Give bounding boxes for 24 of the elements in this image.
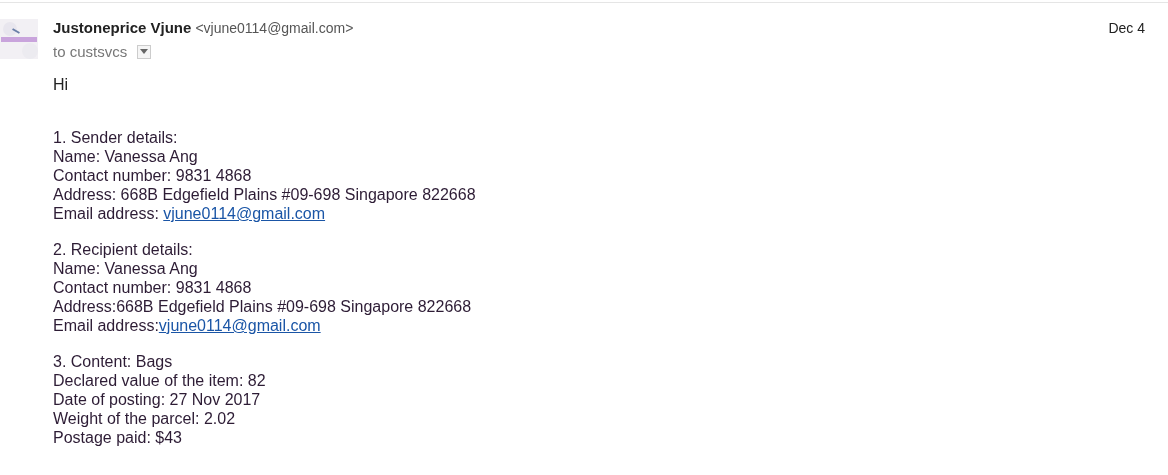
body-line: Declared value of the item: 82 [53,371,267,390]
body-line: Contact number: 9831 4868 [53,278,253,297]
body-line: 2. Recipient details: [53,240,194,259]
greeting-text: Hi [53,76,70,94]
email-link[interactable]: vjune0114@gmail.com [158,317,321,334]
email-label: Email address: [53,317,159,334]
email-link[interactable]: vjune0114@gmail.com [163,205,326,222]
message-date: Dec 4 [1108,20,1145,36]
body-line: Date of posting: 27 Nov 2017 [53,390,262,409]
caret-icon [140,49,149,54]
body-line: Contact number: 9831 4868 [53,166,253,185]
body-line: 1. Sender details: [53,128,179,147]
body-line: Name: Vanessa Ang [53,147,199,166]
body-line: Postage paid: $43 [53,428,183,447]
details-dropdown-button[interactable] [137,44,152,59]
sender-name: Justoneprice Vjune [53,19,192,36]
body-line: Weight of the parcel: 2.02 [53,409,237,428]
body-line: Address: 668B Edgefield Plains #09-698 Singapore 822668 [53,185,477,204]
body-line: Address:668B Edgefield Plains #09-698 Singapore 822668 [53,297,473,316]
body-line: Name: Vanessa Ang [53,259,199,278]
recipient-label: to custsvcs [53,43,128,60]
email-label: Email address: [53,205,160,222]
body-line: 3. Content: Bags [53,352,174,371]
sender-address: <vjune0114@gmail.com> [195,20,354,36]
